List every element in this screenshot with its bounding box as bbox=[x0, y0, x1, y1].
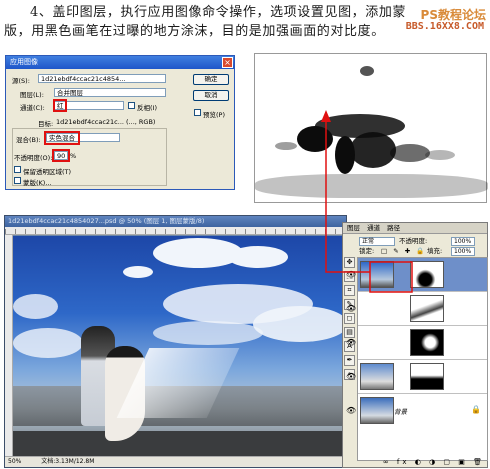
arrow-line bbox=[325, 118, 370, 273]
layer-highlight-box bbox=[369, 261, 413, 293]
arrow-head bbox=[321, 110, 331, 122]
annotation-arrows bbox=[321, 110, 413, 293]
